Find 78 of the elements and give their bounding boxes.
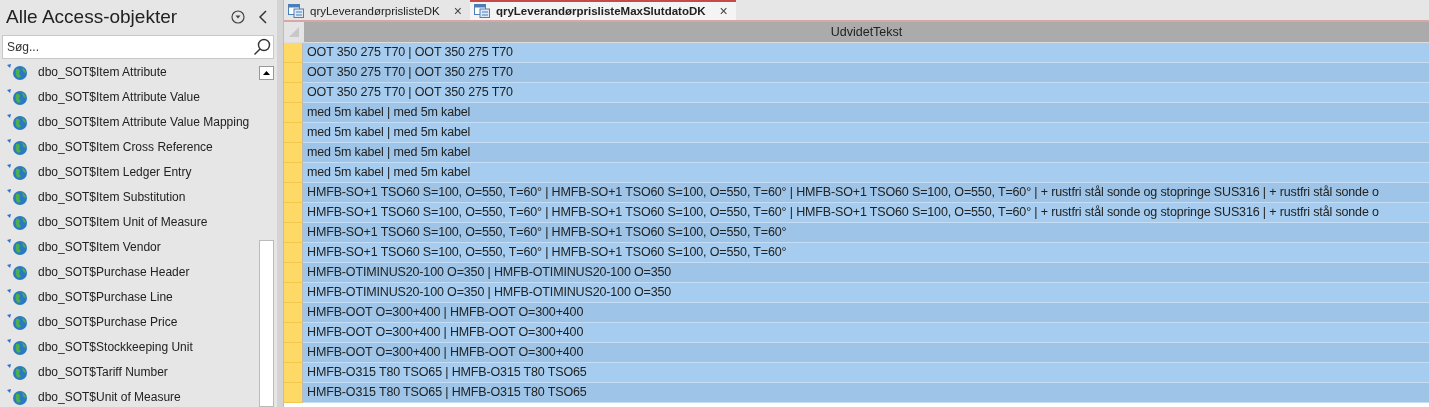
object-item[interactable]: dbo_SOT$Item Attribute Value <box>0 84 258 109</box>
select-all-corner[interactable] <box>284 22 304 42</box>
record-selector[interactable] <box>284 343 303 363</box>
object-item[interactable]: dbo_SOT$Stockkeeping Unit <box>0 334 258 359</box>
search-icon[interactable] <box>253 38 271 56</box>
record-selector[interactable] <box>284 363 303 383</box>
record-selector[interactable] <box>284 243 303 263</box>
record-selector[interactable] <box>284 123 303 143</box>
table-cell: HMFB-O315 T80 TSO65 | HMFB-O315 T80 TSO65 <box>303 383 1429 403</box>
query-icon <box>288 4 304 18</box>
search-field[interactable]: Søg... <box>2 35 274 59</box>
object-item[interactable]: dbo_SOT$Item Vendor <box>0 234 258 259</box>
record-selector[interactable] <box>284 223 303 243</box>
linked-table-icon <box>6 312 30 331</box>
dropdown-icon[interactable] <box>231 10 245 24</box>
object-item[interactable]: dbo_SOT$Item Attribute <box>0 59 258 84</box>
record-selector[interactable] <box>284 263 303 283</box>
table-cell: OOT 350 275 T70 | OOT 350 275 T70 <box>303 63 1429 83</box>
linked-table-icon <box>6 187 30 206</box>
table-cell: HMFB-SO+1 TSO60 S=100, O=550, T=60° | HMFB-SO+1 TSO60 S=100, O=550, T=60° | HMFB-SO+1 TSO60 S=100, O=550, T=60° | + rustfri stål sonde og stopringe SUS316 | + rustfri stål sonde o <box>303 203 1429 223</box>
linked-table-icon <box>6 262 30 281</box>
corner-triangle-icon <box>288 26 300 38</box>
record-selector[interactable] <box>284 303 303 323</box>
object-item[interactable]: dbo_SOT$Purchase Price <box>0 309 258 334</box>
table-cell: HMFB-OOT O=300+400 | HMFB-OOT O=300+400 <box>303 323 1429 343</box>
linked-table-icon <box>6 287 30 306</box>
linked-table-icon <box>6 362 30 381</box>
collapse-icon[interactable] <box>259 10 267 24</box>
table-cell: med 5m kabel | med 5m kabel <box>303 103 1429 123</box>
table-cell: HMFB-O315 T80 TSO65 | HMFB-O315 T80 TSO65 <box>303 363 1429 383</box>
record-selector[interactable] <box>284 143 303 163</box>
record-selector[interactable] <box>284 103 303 123</box>
linked-table-icon <box>6 137 30 156</box>
table-cell: med 5m kabel | med 5m kabel <box>303 163 1429 183</box>
document-tab[interactable]: qryLeverandørprislisteMaxSlutdatoDK × <box>469 0 736 20</box>
query-icon <box>473 4 490 18</box>
table-cell: HMFB-OOT O=300+400 | HMFB-OOT O=300+400 <box>303 303 1429 323</box>
linked-table-icon <box>6 112 30 131</box>
close-button[interactable]: × <box>453 3 462 19</box>
linked-table-icon <box>6 212 30 231</box>
table-cell: med 5m kabel | med 5m kabel <box>303 143 1429 163</box>
record-selector[interactable] <box>284 383 303 403</box>
object-item[interactable]: dbo_SOT$Item Unit of Measure <box>0 209 258 234</box>
object-item[interactable]: dbo_SOT$Item Substitution <box>0 184 258 209</box>
table-cell: HMFB-OTIMINUS20-100 O=350 | HMFB-OTIMINUS20-100 O=350 <box>303 263 1429 283</box>
linked-table-icon <box>6 87 30 106</box>
record-selector[interactable] <box>284 83 303 103</box>
table-cell: HMFB-SO+1 TSO60 S=100, O=550, T=60° | HMFB-SO+1 TSO60 S=100, O=550, T=60° <box>303 223 1429 243</box>
object-item[interactable]: dbo_SOT$Item Attribute Value Mapping <box>0 109 258 134</box>
table-cell: HMFB-OTIMINUS20-100 O=350 | HMFB-OTIMINUS20-100 O=350 <box>303 283 1429 303</box>
linked-table-icon <box>6 162 30 181</box>
object-item[interactable]: dbo_SOT$Item Ledger Entry <box>0 159 258 184</box>
record-selector[interactable] <box>284 183 303 203</box>
record-selector[interactable] <box>284 203 303 223</box>
table-cell: HMFB-OOT O=300+400 | HMFB-OOT O=300+400 <box>303 343 1429 363</box>
linked-table-icon <box>6 62 30 81</box>
table-cell: HMFB-SO+1 TSO60 S=100, O=550, T=60° | HMFB-SO+1 TSO60 S=100, O=550, T=60° | HMFB-SO+1 TSO60 S=100, O=550, T=60° | + rustfri stål sonde og stopringe SUS316 | + rustfri stål sonde o <box>303 183 1429 203</box>
table-cell: OOT 350 275 T70 | OOT 350 275 T70 <box>303 43 1429 63</box>
scroll-up-icon[interactable] <box>259 66 274 80</box>
object-item[interactable]: dbo_SOT$Purchase Header <box>0 259 258 284</box>
pane-title: Alle Access-objekter <box>6 6 179 28</box>
close-button[interactable]: × <box>719 3 728 19</box>
table-cell: OOT 350 275 T70 | OOT 350 275 T70 <box>303 83 1429 103</box>
object-item[interactable]: dbo_SOT$Item Cross Reference <box>0 134 258 159</box>
record-selector[interactable] <box>284 63 303 83</box>
record-selector[interactable] <box>284 163 303 183</box>
record-selector[interactable] <box>284 283 303 303</box>
table-cell: med 5m kabel | med 5m kabel <box>303 123 1429 143</box>
linked-table-icon <box>6 387 30 406</box>
object-item[interactable]: dbo_SOT$Tariff Number <box>0 359 258 384</box>
object-item[interactable]: dbo_SOT$Purchase Line <box>0 284 258 309</box>
object-item[interactable]: dbo_SOT$Unit of Measure <box>0 384 258 407</box>
linked-table-icon <box>6 237 30 256</box>
table-cell: HMFB-SO+1 TSO60 S=100, O=550, T=60° | HMFB-SO+1 TSO60 S=100, O=550, T=60° <box>303 243 1429 263</box>
document-tab[interactable]: qryLeverandørprislisteDK × <box>284 0 470 20</box>
record-selector[interactable] <box>284 323 303 343</box>
record-selector[interactable] <box>284 43 303 63</box>
linked-table-icon <box>6 337 30 356</box>
